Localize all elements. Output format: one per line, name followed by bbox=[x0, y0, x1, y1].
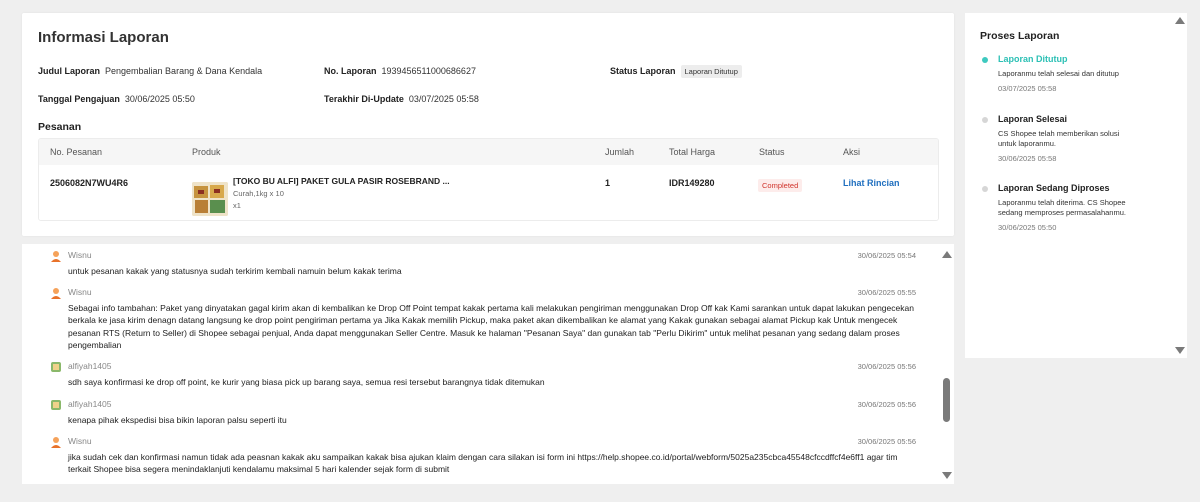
orders-table: No. Pesanan Produk Jumlah Total Harga St… bbox=[38, 138, 939, 221]
last-update-field: Terakhir Di-Update 03/07/2025 05:58 bbox=[324, 94, 479, 104]
step-description: Laporanmu telah diterima. CS Shopee seda… bbox=[998, 198, 1126, 217]
column-header-product: Produk bbox=[192, 147, 221, 157]
step-description: Laporanmu telah selesai dan ditutup bbox=[998, 69, 1119, 78]
step-title: Laporan Ditutup bbox=[998, 54, 1068, 64]
column-header-order-no: No. Pesanan bbox=[50, 147, 103, 157]
chat-scrollbar-thumb[interactable] bbox=[943, 378, 950, 422]
user-avatar-icon bbox=[51, 400, 61, 410]
chat-message-text: jika sudah cek dan konfirmasi namun tida… bbox=[68, 452, 898, 475]
step-title: Laporan Sedang Diproses bbox=[998, 183, 1110, 193]
chat-message: Wisnu 30/06/2025 05:56 jika sudah cek da… bbox=[50, 436, 916, 480]
submission-date-field: Tanggal Pengajuan 30/06/2025 05:50 bbox=[38, 94, 195, 104]
orders-section-title: Pesanan bbox=[38, 121, 82, 133]
chat-message-text: kenapa pihak ekspedisi bisa bikin lapora… bbox=[68, 415, 287, 425]
scroll-up-arrow-icon[interactable] bbox=[942, 251, 952, 258]
user-avatar-icon bbox=[51, 362, 61, 372]
process-title: Proses Laporan bbox=[980, 30, 1060, 42]
report-info-title: Informasi Laporan bbox=[38, 29, 169, 46]
product-variant: Curah,1kg x 10 bbox=[233, 189, 284, 198]
chat-timestamp: 30/06/2025 05:55 bbox=[857, 288, 916, 297]
report-number-value: 1939456511000686627 bbox=[381, 66, 476, 76]
report-status-field: Status Laporan Laporan Ditutup bbox=[610, 65, 742, 78]
process-step-closed: Laporan Ditutup Laporanmu telah selesai … bbox=[980, 54, 1160, 99]
chat-sender-name: alfiyah1405 bbox=[68, 361, 112, 371]
chat-sender-name: Wisnu bbox=[68, 250, 92, 260]
report-status-label: Status Laporan bbox=[610, 65, 676, 76]
view-details-link[interactable]: Lihat Rincian bbox=[843, 178, 900, 188]
submission-date-value: 30/06/2025 05:50 bbox=[124, 94, 195, 104]
last-update-label: Terakhir Di-Update bbox=[324, 94, 404, 104]
step-timestamp: 03/07/2025 05:58 bbox=[998, 84, 1057, 93]
agent-avatar-icon bbox=[51, 288, 61, 299]
product-image bbox=[192, 182, 228, 216]
chat-message-text: untuk pesanan kakak yang statusnya sudah… bbox=[68, 266, 402, 276]
agent-avatar-icon bbox=[51, 251, 61, 262]
agent-avatar-icon bbox=[51, 437, 61, 448]
report-info-card: Informasi Laporan Judul Laporan Pengembal… bbox=[22, 13, 954, 236]
step-title: Laporan Selesai bbox=[998, 114, 1068, 124]
process-scroll-down-arrow-icon[interactable] bbox=[1175, 347, 1185, 354]
step-description: CS Shopee telah memberikan solusi untuk … bbox=[998, 129, 1120, 148]
chat-message: alfiyah1405 30/06/2025 05:56 sdh saya ko… bbox=[50, 361, 916, 391]
order-total-price: IDR149280 bbox=[669, 178, 715, 188]
report-title-label: Judul Laporan bbox=[38, 66, 101, 76]
scroll-down-arrow-icon[interactable] bbox=[942, 472, 952, 479]
report-status-badge: Laporan Ditutup bbox=[680, 65, 742, 78]
chat-message: Wisnu 30/06/2025 05:54 untuk pesanan kak… bbox=[50, 250, 916, 280]
step-status-dot-icon bbox=[982, 186, 988, 192]
chat-timestamp: 30/06/2025 05:56 bbox=[857, 437, 916, 446]
process-step-completed: Laporan Selesai CS Shopee telah memberik… bbox=[980, 114, 1160, 169]
product-name: [TOKO BU ALFI] PAKET GULA PASIR ROSEBRAN… bbox=[233, 176, 450, 186]
chat-scrollbar[interactable] bbox=[940, 244, 954, 484]
column-header-action: Aksi bbox=[843, 147, 861, 157]
order-quantity: 1 bbox=[605, 178, 611, 188]
chat-timestamp: 30/06/2025 05:54 bbox=[857, 251, 916, 260]
report-process-panel: Proses Laporan Laporan Ditutup Laporanmu… bbox=[965, 13, 1187, 358]
column-header-total-price: Total Harga bbox=[669, 147, 716, 157]
submission-date-label: Tanggal Pengajuan bbox=[38, 94, 120, 104]
report-title-value: Pengembalian Barang & Dana Kendala bbox=[105, 66, 263, 76]
chat-message-text: sdh saya konfirmasi ke drop off point, k… bbox=[68, 377, 545, 387]
chat-sender-name: Wisnu bbox=[68, 287, 92, 297]
order-status-badge: Completed bbox=[758, 179, 803, 192]
chat-sender-name: Wisnu bbox=[68, 436, 92, 446]
report-title-field: Judul Laporan Pengembalian Barang & Dana … bbox=[38, 66, 262, 76]
chat-sender-name: alfiyah1405 bbox=[68, 399, 112, 409]
chat-timestamp: 30/06/2025 05:56 bbox=[857, 400, 916, 409]
column-header-status: Status bbox=[759, 147, 785, 157]
process-scroll-up-arrow-icon[interactable] bbox=[1175, 17, 1185, 24]
chat-history-panel: Wisnu 30/06/2025 05:54 untuk pesanan kak… bbox=[22, 244, 954, 484]
report-number-label: No. Laporan bbox=[324, 66, 377, 76]
chat-message-text: Sebagai info tambahan: Paket yang dinyat… bbox=[68, 303, 914, 351]
step-status-dot-icon bbox=[982, 117, 988, 123]
chat-timestamp: 30/06/2025 05:56 bbox=[857, 362, 916, 371]
process-step-processing: Laporan Sedang Diproses Laporanmu telah … bbox=[980, 183, 1160, 238]
product-quantity-small: x1 bbox=[233, 201, 241, 210]
chat-message: alfiyah1405 30/06/2025 05:56 kenapa piha… bbox=[50, 399, 916, 429]
order-number: 2506082N7WU4R6 bbox=[50, 178, 129, 188]
step-status-dot-icon bbox=[982, 57, 988, 63]
column-header-quantity: Jumlah bbox=[605, 147, 635, 157]
last-update-value: 03/07/2025 05:58 bbox=[408, 94, 479, 104]
chat-message: Wisnu 30/06/2025 05:55 Sebagai info tamb… bbox=[50, 287, 916, 355]
report-number-field: No. Laporan 1939456511000686627 bbox=[324, 66, 476, 76]
step-timestamp: 30/06/2025 05:50 bbox=[998, 223, 1057, 232]
step-timestamp: 30/06/2025 05:58 bbox=[998, 154, 1057, 163]
table-row: 2506082N7WU4R6 [TOKO BU ALFI] PAKET GULA… bbox=[39, 165, 938, 220]
orders-table-header: No. Pesanan Produk Jumlah Total Harga St… bbox=[39, 139, 938, 165]
